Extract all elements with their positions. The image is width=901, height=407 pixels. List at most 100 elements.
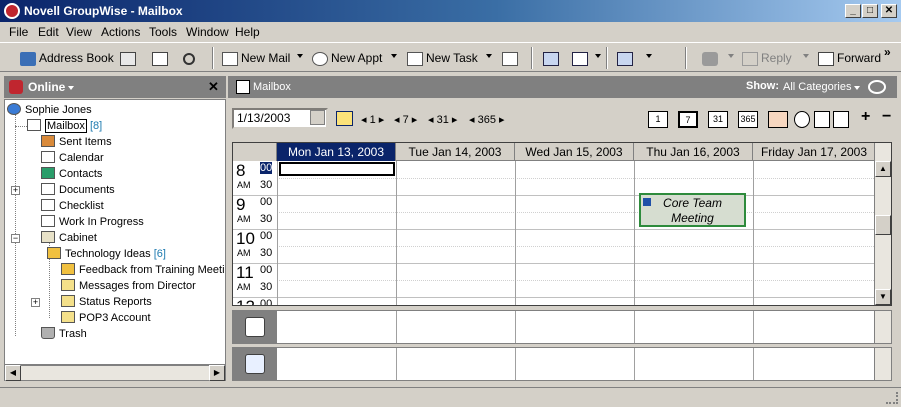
date-picker-icon[interactable] xyxy=(310,110,325,125)
toolbar-overflow-button[interactable]: » xyxy=(884,43,891,61)
folder-tree-horizontal-scrollbar[interactable]: ◀ ▶ xyxy=(4,365,226,381)
tree-node-mailbox[interactable]: Mailbox [8] xyxy=(27,118,102,134)
tree-node-cabinet[interactable]: Cabinet xyxy=(41,230,97,246)
ampm-label: AM xyxy=(237,214,251,224)
day-view-button[interactable]: 1 xyxy=(648,111,668,128)
tree-node-calendar[interactable]: Calendar xyxy=(41,150,104,166)
week-view-button[interactable]: 7 xyxy=(678,111,698,128)
menu-help[interactable]: Help xyxy=(235,25,260,39)
minimize-button[interactable]: _ xyxy=(845,4,861,18)
appointment-core-team-meeting[interactable]: Core Team Meeting xyxy=(639,193,746,227)
folder-location: Mailbox xyxy=(253,81,291,93)
day-header-tue[interactable]: Tue Jan 14, 2003 xyxy=(396,143,515,161)
notes-view-icon[interactable] xyxy=(833,111,849,128)
expand-documents-icon[interactable]: + xyxy=(11,186,20,195)
nav-7-days[interactable]: ◂ 7 ▸ xyxy=(394,113,417,126)
preview-pane-button[interactable] xyxy=(543,49,562,67)
multi-user-view-button[interactable] xyxy=(768,111,788,128)
day-header-fri[interactable]: Friday Jan 17, 2003 xyxy=(753,143,876,161)
menu-actions[interactable]: Actions xyxy=(101,25,140,39)
calendar-vertical-scrollbar[interactable]: ▲ ▼ xyxy=(874,143,891,305)
tree-node-user[interactable]: Sophie Jones xyxy=(7,102,92,118)
day-header-wed[interactable]: Wed Jan 15, 2003 xyxy=(515,143,634,161)
new-mail-dropdown-icon[interactable] xyxy=(297,54,303,58)
tree-node-work-in-progress[interactable]: Work In Progress xyxy=(41,214,144,230)
menu-window[interactable]: Window xyxy=(186,25,229,39)
month-view-button[interactable]: 31 xyxy=(708,111,728,128)
print-button[interactable] xyxy=(152,49,171,67)
tree-node-documents[interactable]: Documents xyxy=(41,182,115,198)
forward-button[interactable]: Forward xyxy=(818,49,881,67)
view-options-button[interactable] xyxy=(572,49,591,67)
title-bar: Novell GroupWise - Mailbox _ □ ✕ xyxy=(0,0,901,22)
day-header-mon[interactable]: Mon Jan 13, 2003 xyxy=(277,143,396,161)
scroll-thumb[interactable] xyxy=(875,215,891,235)
online-mode-dropdown[interactable]: Online xyxy=(28,80,65,94)
ampm-label: AM xyxy=(237,248,251,258)
selected-time-slot[interactable] xyxy=(279,162,395,176)
menu-view[interactable]: View xyxy=(66,25,92,39)
close-button[interactable]: ✕ xyxy=(881,4,897,18)
tree-node-checklist[interactable]: Checklist xyxy=(41,198,104,214)
scroll-down-button[interactable]: ▼ xyxy=(875,289,891,305)
new-task-dropdown-icon[interactable] xyxy=(486,54,492,58)
new-document-button[interactable] xyxy=(502,49,521,67)
appointment-title: Core Team Meeting xyxy=(663,196,722,225)
nav-31-days[interactable]: ◂ 31 ▸ xyxy=(428,113,457,126)
properties-icon xyxy=(120,51,136,66)
chevron-down-icon[interactable] xyxy=(854,86,860,90)
new-task-button[interactable]: New Task xyxy=(407,49,478,67)
reply-dropdown-icon[interactable] xyxy=(803,54,809,58)
maximize-button[interactable]: □ xyxy=(862,4,878,18)
grid-line xyxy=(515,348,516,380)
calendar-view-dropdown-icon[interactable] xyxy=(646,54,652,58)
close-panel-button[interactable]: ✕ xyxy=(208,79,219,95)
tree-node-feedback[interactable]: Feedback from Training Meetin xyxy=(61,262,225,278)
task-panel-scrollbar[interactable] xyxy=(874,311,891,343)
scroll-left-button[interactable]: ◀ xyxy=(5,365,21,381)
tree-node-technology-ideas[interactable]: Technology Ideas [6] xyxy=(47,246,166,262)
tree-node-pop3-account[interactable]: POP3 Account xyxy=(61,310,151,326)
scroll-up-button[interactable]: ▲ xyxy=(875,161,891,177)
ampm-label: AM xyxy=(237,180,251,190)
new-appt-dropdown-icon[interactable] xyxy=(391,54,397,58)
category-filter-dropdown[interactable]: All Categories xyxy=(783,81,851,93)
tree-node-messages-director[interactable]: Messages from Director xyxy=(61,278,196,294)
remove-panel-button[interactable]: − xyxy=(882,108,891,126)
day-header-thu[interactable]: Thu Jan 16, 2003 xyxy=(634,143,753,161)
menu-file[interactable]: File xyxy=(9,25,28,39)
year-view-button[interactable]: 365 xyxy=(738,111,758,128)
new-appt-button[interactable]: New Appt xyxy=(312,49,382,67)
accept-dropdown-icon[interactable] xyxy=(728,54,734,58)
add-panel-button[interactable]: + xyxy=(861,108,870,126)
resize-grip-icon[interactable] xyxy=(886,392,898,404)
view-options-dropdown-icon[interactable] xyxy=(595,54,601,58)
task-list-panel xyxy=(232,310,892,344)
online-mode-chevron-down-icon[interactable] xyxy=(68,86,74,90)
nav-365-days[interactable]: ◂ 365 ▸ xyxy=(469,113,505,126)
accept-button[interactable] xyxy=(702,49,721,67)
tree-node-contacts[interactable]: Contacts xyxy=(41,166,102,182)
expand-status-reports-icon[interactable]: + xyxy=(31,298,40,307)
menu-tools[interactable]: Tools xyxy=(149,25,177,39)
folder-tree: Sophie Jones Mailbox [8] Sent Items Cale… xyxy=(4,99,226,365)
collapse-cabinet-icon[interactable]: − xyxy=(11,234,20,243)
menu-edit[interactable]: Edit xyxy=(38,25,59,39)
calendar-view-button[interactable] xyxy=(617,49,636,67)
clock-view-icon[interactable] xyxy=(794,111,810,128)
checklist-view-icon[interactable] xyxy=(814,111,830,128)
tree-node-trash[interactable]: Trash xyxy=(41,326,87,342)
tree-node-status-reports[interactable]: Status Reports xyxy=(61,294,152,310)
reply-button[interactable]: Reply xyxy=(742,49,792,67)
scroll-right-button[interactable]: ▶ xyxy=(209,365,225,381)
properties-button[interactable] xyxy=(120,49,139,67)
tree-node-sent-items[interactable]: Sent Items xyxy=(41,134,112,150)
nav-1-day[interactable]: ◂ 1 ▸ xyxy=(361,113,384,126)
new-mail-button[interactable]: New Mail xyxy=(222,49,290,67)
calendar-grid-icon xyxy=(617,51,633,66)
address-book-button[interactable]: Address Book xyxy=(20,49,114,67)
find-button[interactable] xyxy=(183,49,198,67)
find-icon[interactable] xyxy=(868,80,886,94)
notes-panel-scrollbar[interactable] xyxy=(874,348,891,380)
today-icon[interactable] xyxy=(336,111,353,126)
